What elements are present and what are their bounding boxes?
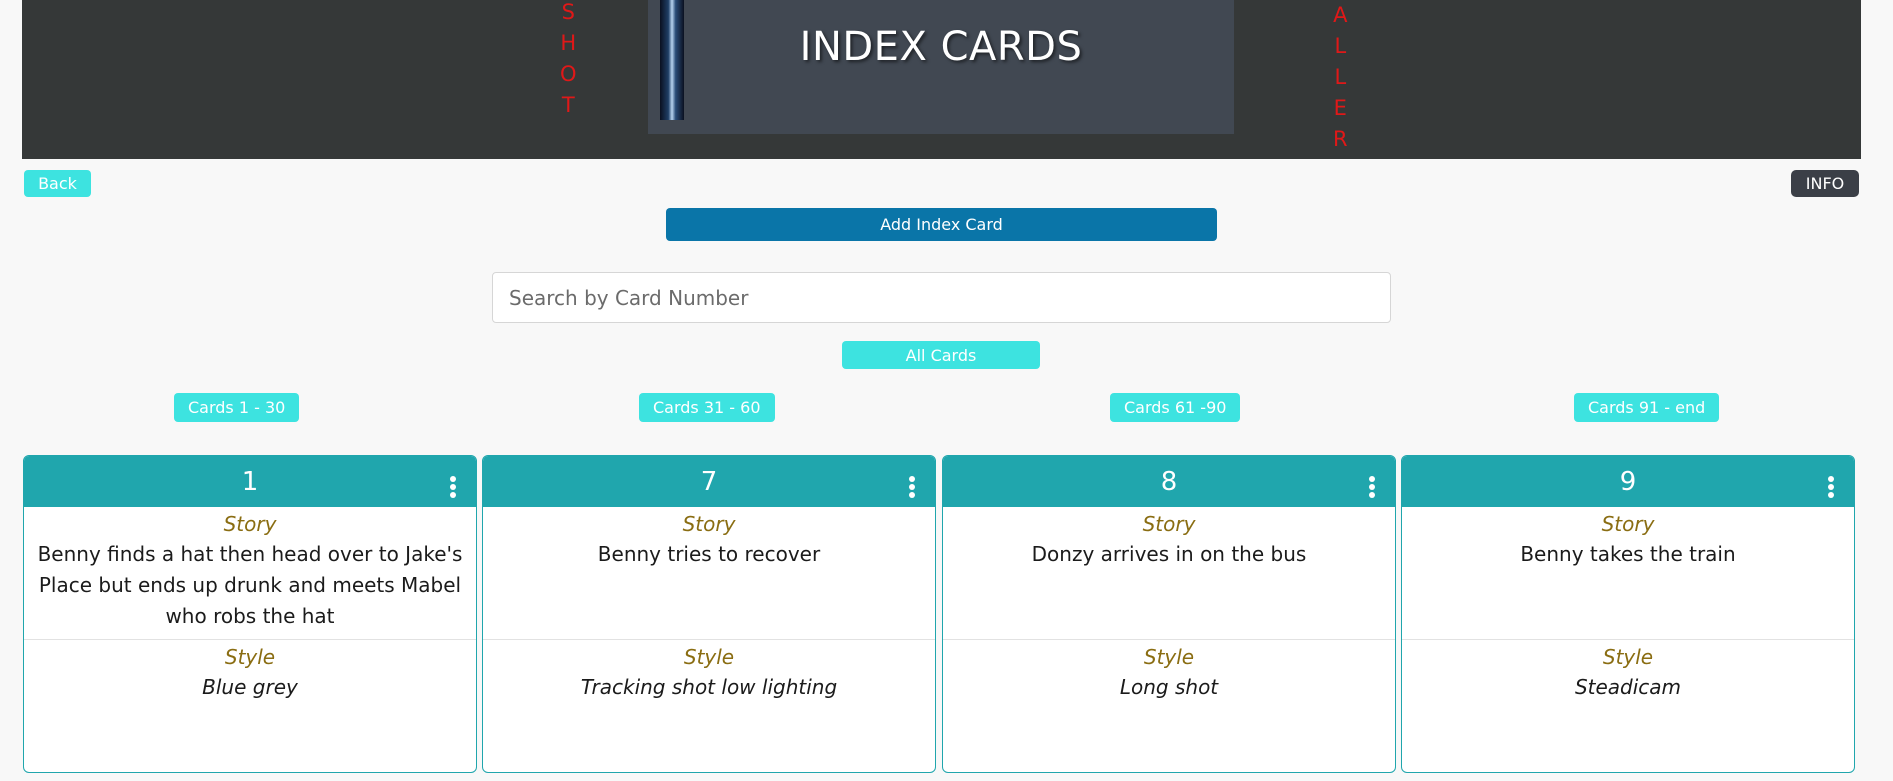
story-section: Story Benny finds a hat then head over t… (24, 507, 476, 640)
page-title: INDEX CARDS (799, 24, 1083, 70)
style-section: Style Steadicam (1402, 640, 1854, 772)
search-input[interactable] (492, 272, 1391, 323)
range-button-61-90[interactable]: Cards 61 -90 (1110, 393, 1241, 422)
more-options-icon[interactable] (450, 476, 456, 498)
vertical-letter: H (560, 31, 577, 55)
card-number: 7 (700, 466, 718, 497)
style-section: Style Blue grey (24, 640, 476, 772)
style-text: Tracking shot low lighting (580, 675, 838, 699)
card-header: 7 (483, 456, 935, 507)
vertical-letter: T (561, 93, 575, 117)
all-cards-button[interactable]: All Cards (842, 341, 1040, 369)
style-section: Style Tracking shot low lighting (483, 640, 935, 772)
card-header: 8 (943, 456, 1395, 507)
vertical-letter: R (1333, 127, 1348, 151)
story-text: Benny takes the train (1520, 542, 1736, 566)
title-banner: INDEX CARDS (648, 0, 1234, 134)
story-text: Benny tries to recover (597, 542, 821, 566)
more-options-icon[interactable] (909, 476, 915, 498)
story-label: Story (1601, 512, 1655, 536)
index-card[interactable]: 1 Story Benny finds a hat then head over… (23, 455, 477, 773)
style-label: Style (224, 645, 276, 669)
more-options-icon[interactable] (1828, 476, 1834, 498)
card-number: 8 (1160, 466, 1178, 497)
app-header: S H O T INDEX CARDS A L L E R (22, 0, 1861, 159)
story-label: Story (223, 512, 277, 536)
card-number: 9 (1619, 466, 1637, 497)
story-label: Story (682, 512, 736, 536)
story-text: Benny finds a hat then head over to Jake… (37, 542, 463, 628)
story-section: Story Donzy arrives in on the bus (943, 507, 1395, 640)
story-section: Story Benny takes the train (1402, 507, 1854, 640)
range-button-91-end[interactable]: Cards 91 - end (1574, 393, 1720, 422)
more-options-icon[interactable] (1369, 476, 1375, 498)
vertical-letter: A (1333, 3, 1348, 27)
back-button[interactable]: Back (24, 170, 91, 197)
story-section: Story Benny tries to recover (483, 507, 935, 640)
story-text: Donzy arrives in on the bus (1031, 542, 1307, 566)
card-header: 9 (1402, 456, 1854, 507)
style-text: Steadicam (1574, 675, 1682, 699)
card-number: 1 (241, 466, 259, 497)
add-index-card-button[interactable]: Add Index Card (666, 208, 1217, 241)
card-header: 1 (24, 456, 476, 507)
index-card[interactable]: 9 Story Benny takes the train Style Stea… (1401, 455, 1855, 773)
story-label: Story (1142, 512, 1196, 536)
vertical-letter: L (1334, 65, 1347, 89)
info-button[interactable]: INFO (1791, 170, 1859, 197)
vertical-text-right: A L L E R (1333, 0, 1348, 155)
style-section: Style Long shot (943, 640, 1395, 772)
style-label: Style (1143, 645, 1195, 669)
vertical-letter: S (561, 0, 575, 24)
index-card[interactable]: 7 Story Benny tries to recover Style Tra… (482, 455, 936, 773)
vertical-letter: O (560, 62, 577, 86)
range-button-31-60[interactable]: Cards 31 - 60 (639, 393, 775, 422)
range-button-1-30[interactable]: Cards 1 - 30 (174, 393, 300, 422)
style-text: Long shot (1119, 675, 1219, 699)
style-text: Blue grey (202, 675, 298, 699)
index-card[interactable]: 8 Story Donzy arrives in on the bus Styl… (942, 455, 1396, 773)
vertical-letter: E (1333, 96, 1347, 120)
vertical-text-left: S H O T (560, 0, 577, 121)
vertical-letter: L (1334, 34, 1347, 58)
style-label: Style (683, 645, 735, 669)
style-label: Style (1602, 645, 1654, 669)
